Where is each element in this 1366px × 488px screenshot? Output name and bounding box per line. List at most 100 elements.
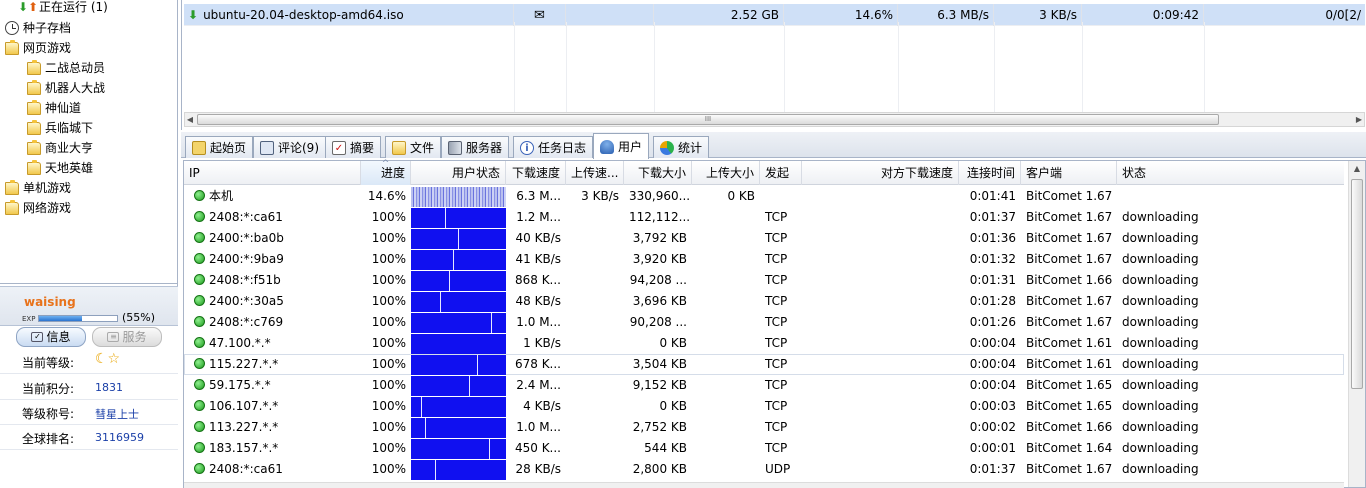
peer-row[interactable]: 2408:*:c769 100% 1.0 M... 90,208 ... TCP 0:01… — [184, 312, 1344, 333]
peer-upload-speed — [566, 228, 624, 249]
tab-start-page[interactable]: 起始页 — [185, 136, 254, 158]
peer-state — [1117, 186, 1317, 207]
peer-upload-size — [692, 228, 760, 249]
column-header-upload-speed[interactable]: 上传速... — [566, 161, 624, 185]
peer-connect-time: 0:00:04 — [969, 336, 1016, 350]
tree-item-game[interactable]: 天地英雄 — [26, 158, 93, 178]
tree-item-game[interactable]: 商业大亨 — [26, 138, 93, 158]
column-header-peer-download-speed[interactable]: 对方下载速度 — [802, 161, 959, 185]
username[interactable]: waising — [24, 295, 76, 309]
tab-label: 用户 — [618, 140, 643, 154]
peer-status-icon — [194, 316, 205, 327]
column-header-initiator[interactable]: 发起 — [760, 161, 802, 185]
peer-initiator: TCP — [765, 210, 788, 224]
peer-client: BitComet 1.67 — [1026, 231, 1113, 245]
profile-value[interactable]: 彗星上士 — [95, 406, 139, 422]
tree-item-web-games[interactable]: 网页游戏 — [4, 38, 71, 58]
tab-label: 起始页 — [210, 141, 247, 155]
tree-item-game[interactable]: 兵临城下 — [26, 118, 93, 138]
peer-state: downloading — [1122, 294, 1199, 308]
peers-horizontal-scrollbar[interactable] — [184, 482, 1344, 488]
peer-row[interactable]: 2400:*:9ba9 100% 41 KB/s 3,920 KB TCP 0:01:32… — [184, 249, 1344, 270]
peer-row[interactable]: 59.175.*.* 100% 2.4 M... 9,152 KB TCP 0:00:04… — [184, 375, 1344, 396]
peer-row[interactable]: 2400:*:ba0b 100% 40 KB/s 3,792 KB TCP 0:01:36… — [184, 228, 1344, 249]
peer-row[interactable]: 2408:*:ca61 100% 1.2 M... 112,112... TCP 0:01… — [184, 207, 1344, 228]
peer-state: downloading — [1122, 231, 1199, 245]
peer-download-size: 3,504 KB — [632, 357, 687, 371]
peer-client: BitComet 1.66 — [1026, 273, 1113, 287]
peer-row[interactable]: 115.227.*.* 100% 678 K... 3,504 KB TCP 0:00:0… — [184, 354, 1344, 375]
folder-icon — [26, 139, 42, 156]
peer-download-size: 0 KB — [659, 336, 687, 350]
peer-client: BitComet 1.65 — [1026, 399, 1113, 413]
tree-item-running[interactable]: ⬇ ⬆ 正在运行 (1) — [17, 0, 108, 17]
peer-state: downloading — [1122, 273, 1199, 287]
tab-servers[interactable]: 服务器 — [441, 136, 510, 158]
column-header-progress[interactable]: 进度 — [361, 152, 411, 185]
peer-initiator: TCP — [765, 315, 788, 329]
service-button[interactable]: ≡ 服务 — [92, 327, 162, 347]
peer-state: downloading — [1122, 399, 1199, 413]
scroll-left-icon[interactable]: ◀ — [185, 114, 195, 125]
column-header-upload-size[interactable]: 上传大小 — [692, 161, 760, 185]
peer-row[interactable]: 106.107.*.* 100% 4 KB/s 0 KB TCP 0:00:03 BitCo… — [184, 396, 1344, 417]
tab-statistics[interactable]: 统计 — [653, 136, 710, 158]
peer-initiator: TCP — [765, 357, 788, 371]
download-upload-icon: ⬇ ⬆ — [17, 0, 39, 14]
peer-download-speed: 40 KB/s — [515, 231, 561, 245]
peer-row[interactable]: 2408:*:f51b 100% 868 K... 94,208 ... TCP 0:01… — [184, 270, 1344, 291]
users-icon — [600, 139, 614, 154]
column-header-state[interactable]: 状态 — [1117, 161, 1344, 185]
scroll-up-icon[interactable]: ▲ — [1352, 163, 1362, 174]
tab-comments[interactable]: 评论(9) — [253, 136, 326, 158]
peer-upload-speed — [566, 291, 624, 312]
peer-ip-cell: 47.100.*.* — [189, 333, 359, 354]
scroll-right-icon[interactable]: ▶ — [1354, 114, 1364, 125]
peer-row[interactable]: 47.100.*.* 100% 1 KB/s 0 KB TCP 0:00:04 BitCom… — [184, 333, 1344, 354]
peer-row[interactable]: 2408:*:ca61 100% 28 KB/s 2,800 KB UDP 0:01:37… — [184, 459, 1344, 480]
scroll-thumb[interactable]: III — [197, 114, 1219, 125]
task-download-speed: 6.3 MB/s — [898, 4, 994, 26]
peer-row[interactable]: 113.227.*.* 100% 1.0 M... 2,752 KB TCP 0:00:0… — [184, 417, 1344, 438]
peer-state: downloading — [1122, 252, 1199, 266]
tab-label: 统计 — [678, 141, 703, 155]
peer-state: downloading — [1122, 441, 1199, 455]
peer-initiator: TCP — [765, 399, 788, 413]
task-row[interactable]: ⬇ ubuntu-20.04-desktop-amd64.iso ✉ 2.52 G… — [184, 4, 1365, 26]
tree-item-game[interactable]: 神仙道 — [26, 98, 81, 118]
peer-download-speed: 28 KB/s — [515, 462, 561, 476]
tab-users[interactable]: 用户 — [593, 133, 650, 159]
peer-upload-size — [692, 354, 760, 375]
tree-item-game[interactable]: 机器人大战 — [26, 78, 105, 98]
peer-progress: 100% — [371, 462, 406, 476]
peer-row[interactable]: 183.157.*.* 100% 450 K... 544 KB TCP 0:00:01 B… — [184, 438, 1344, 459]
column-header-user-status[interactable]: 用户状态 — [411, 161, 506, 185]
column-header-client[interactable]: 客户端 — [1021, 161, 1117, 185]
tree-item-torrent-archive[interactable]: 种子存档 — [4, 18, 71, 38]
peer-upload-size — [692, 375, 760, 396]
scroll-thumb[interactable] — [1351, 179, 1363, 389]
peer-row[interactable]: 本机 14.6% 6.3 M... 3 KB/s 330,960... 0 KB 0:01:… — [184, 186, 1344, 207]
peer-ip-cell: 2408:*:c769 — [189, 312, 359, 333]
peer-remote-speed — [802, 354, 959, 375]
column-header-connect-time[interactable]: 连接时间 — [959, 161, 1021, 185]
tab-label: 任务日志 — [538, 141, 587, 155]
task-horizontal-scrollbar[interactable]: ◀ III ▶ — [184, 112, 1365, 127]
peer-piece-map — [411, 187, 506, 207]
info-button[interactable]: ✓ 信息 — [16, 327, 86, 347]
tree-item-single-games[interactable]: 单机游戏 — [4, 178, 71, 198]
envelope-icon[interactable]: ✉ — [534, 8, 545, 23]
column-header-download-size[interactable]: 下载大小 — [624, 161, 692, 185]
peer-download-speed: 1 KB/s — [523, 336, 561, 350]
tree-item-online-games[interactable]: 网络游戏 — [4, 198, 71, 218]
peer-initiator: UDP — [765, 462, 791, 476]
column-header-download-speed[interactable]: 下载速度 — [506, 161, 566, 185]
peer-download-size: 90,208 ... — [629, 315, 687, 329]
tab-task-log[interactable]: i 任务日志 — [513, 136, 594, 158]
peer-download-speed: 48 KB/s — [515, 294, 561, 308]
peers-vertical-scrollbar[interactable]: ▲ — [1348, 161, 1365, 487]
tree-item-game[interactable]: 二战总动员 — [26, 58, 105, 78]
column-header-ip[interactable]: IP — [184, 161, 361, 185]
peer-progress: 100% — [371, 399, 406, 413]
peer-row[interactable]: 2400:*:30a5 100% 48 KB/s 3,696 KB TCP 0:01:28… — [184, 291, 1344, 312]
